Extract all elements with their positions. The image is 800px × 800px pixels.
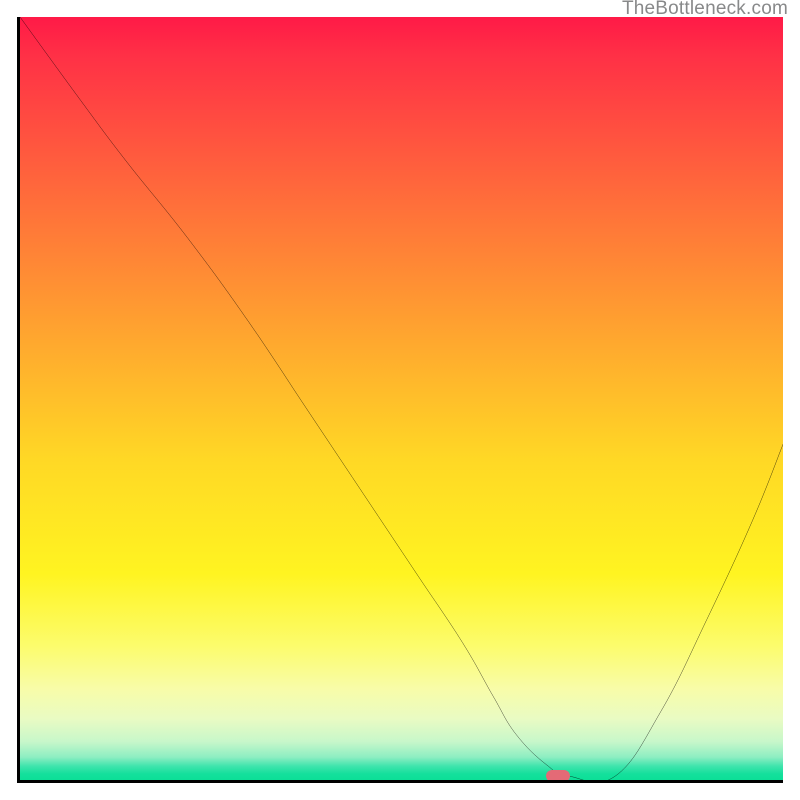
plot-area (17, 17, 783, 783)
gradient-background (20, 17, 783, 780)
bottleneck-chart: TheBottleneck.com (0, 0, 800, 800)
